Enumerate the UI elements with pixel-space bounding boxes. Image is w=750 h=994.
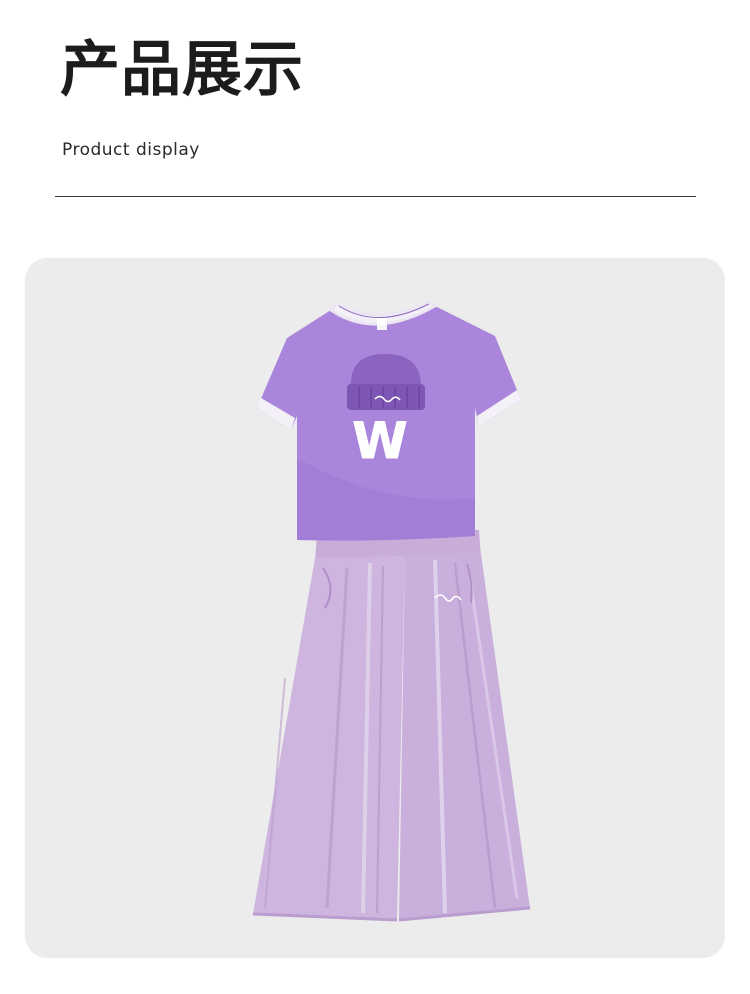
page-title: 产品展示 [60, 35, 304, 105]
shirt-letter-graphic: W [352, 412, 407, 470]
cropped-tshirt: W [257, 300, 521, 541]
wide-leg-pants [252, 530, 531, 922]
page-subtitle: Product display [62, 140, 200, 160]
product-photo-panel: W [25, 258, 725, 958]
header-divider [55, 196, 696, 197]
product-photo: W [252, 300, 531, 922]
